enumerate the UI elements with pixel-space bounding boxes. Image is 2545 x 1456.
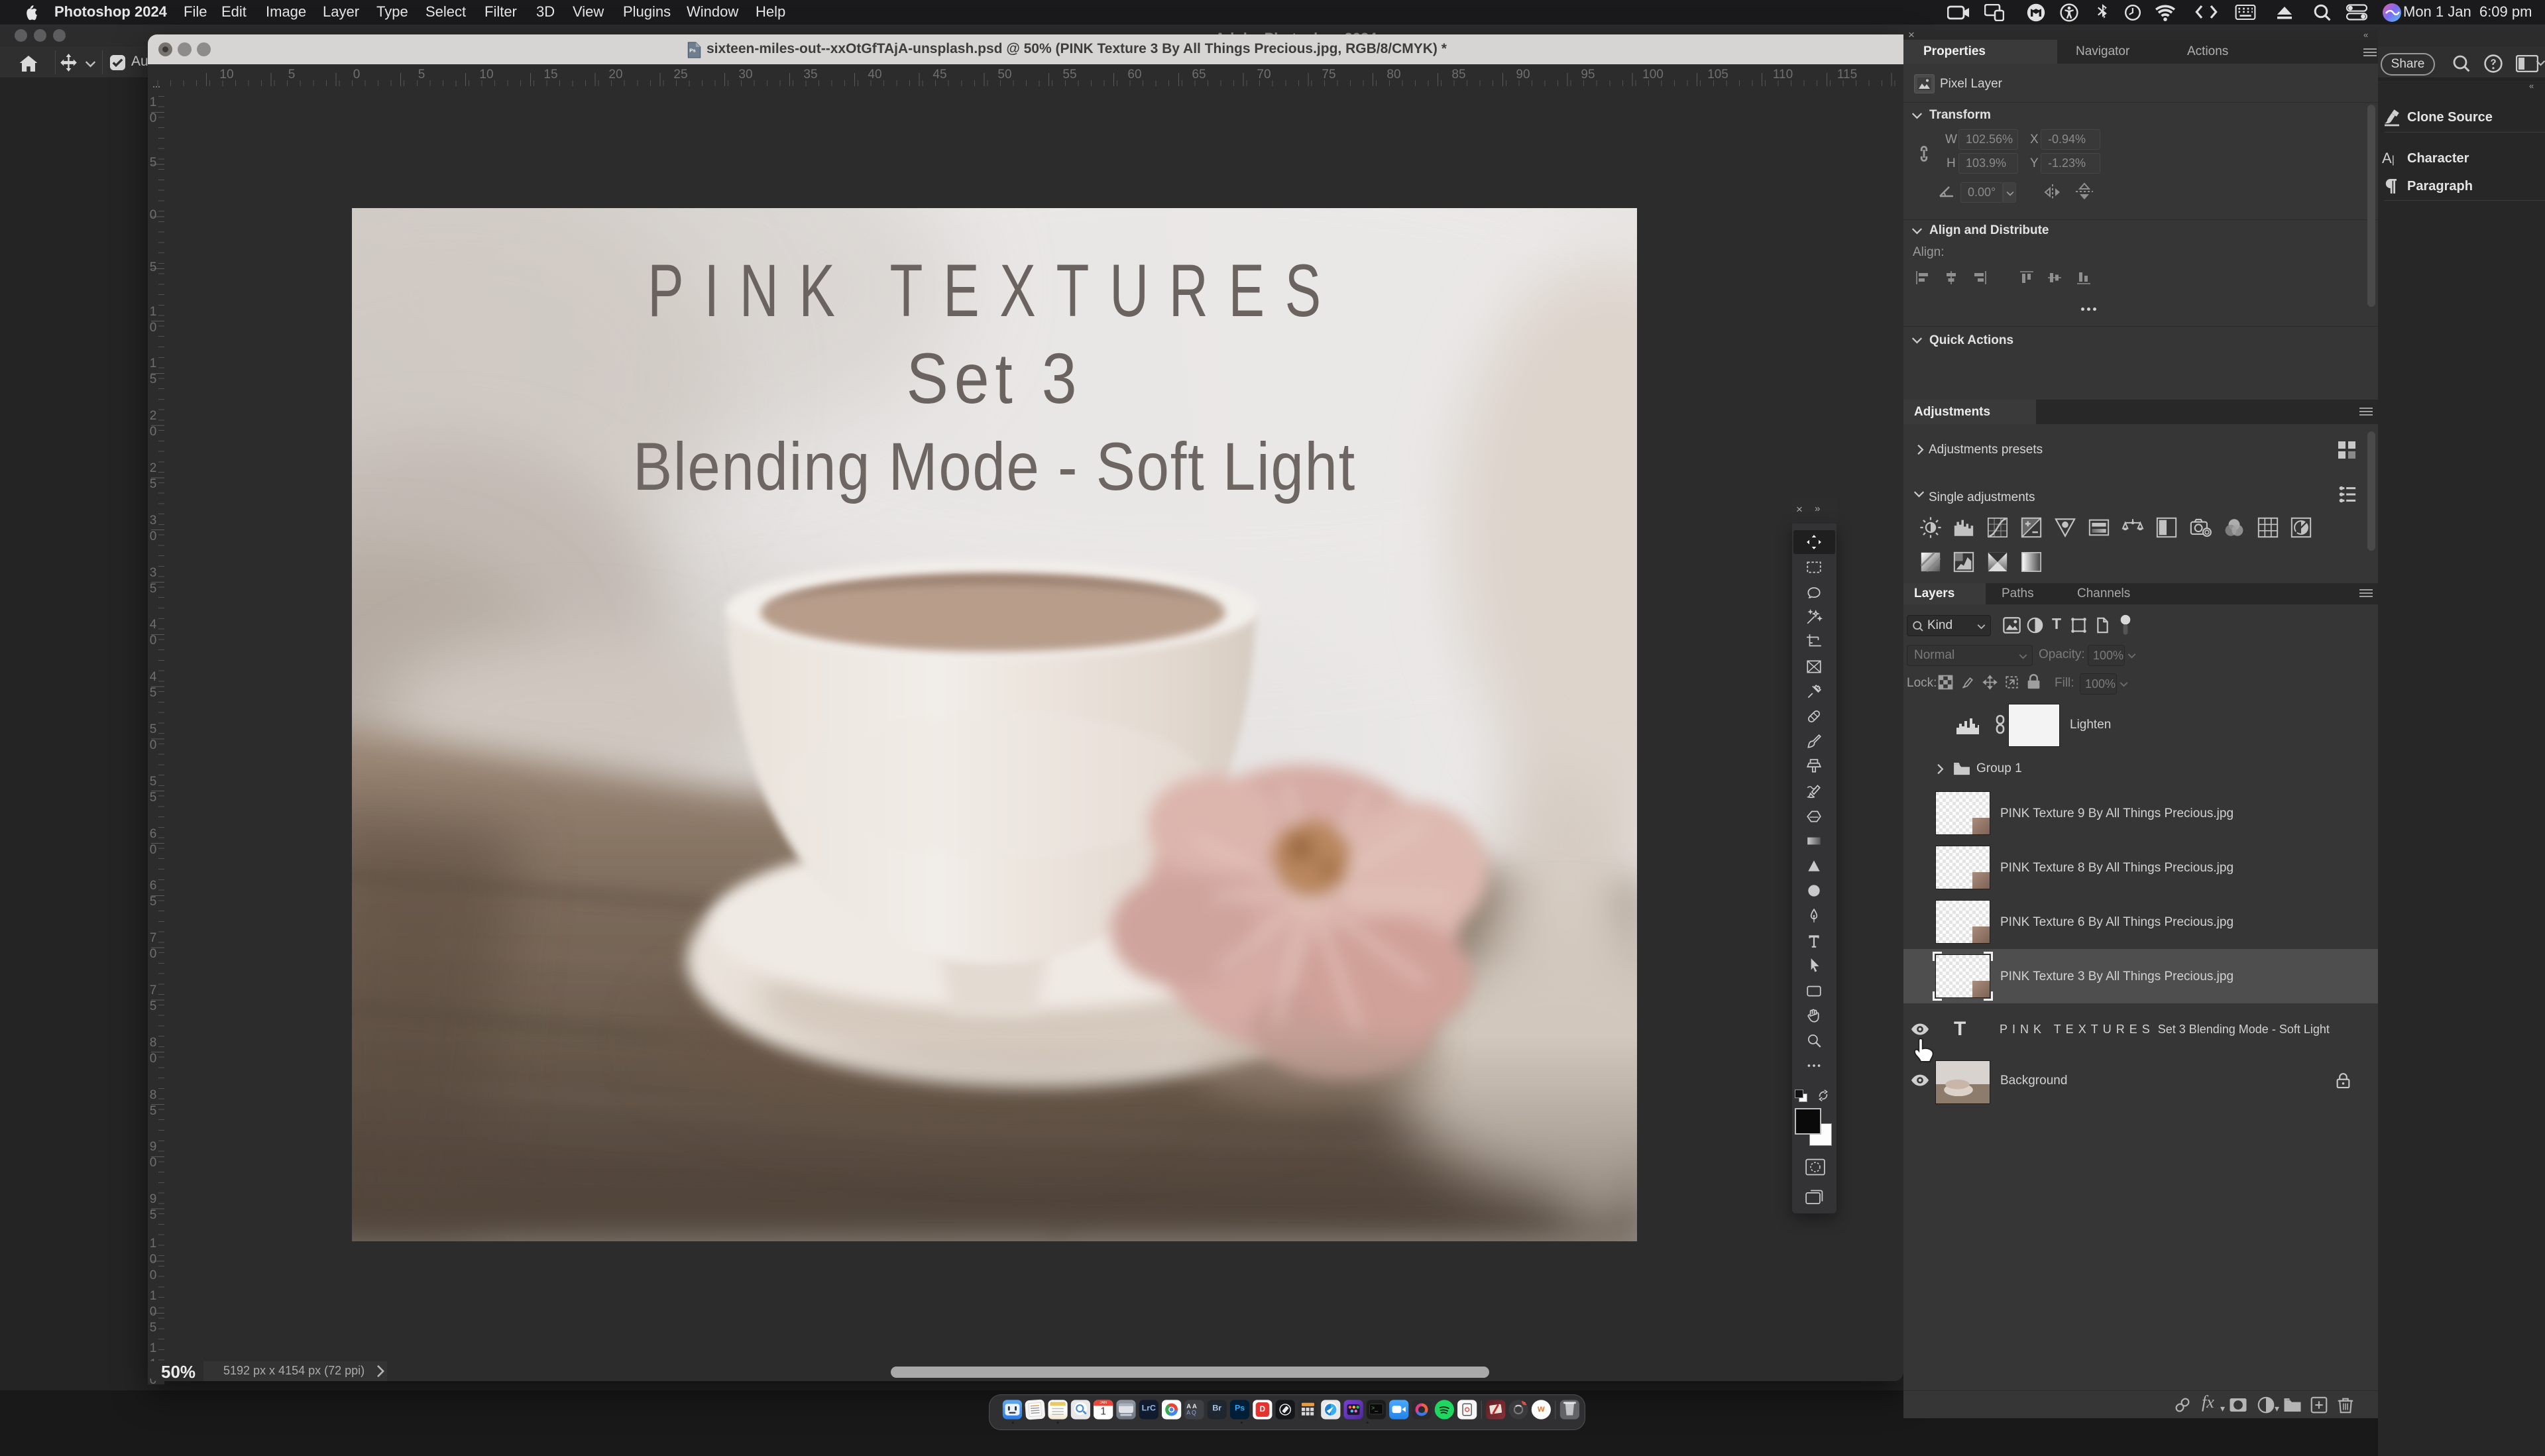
svg-text:Ps: Ps: [689, 47, 695, 53]
